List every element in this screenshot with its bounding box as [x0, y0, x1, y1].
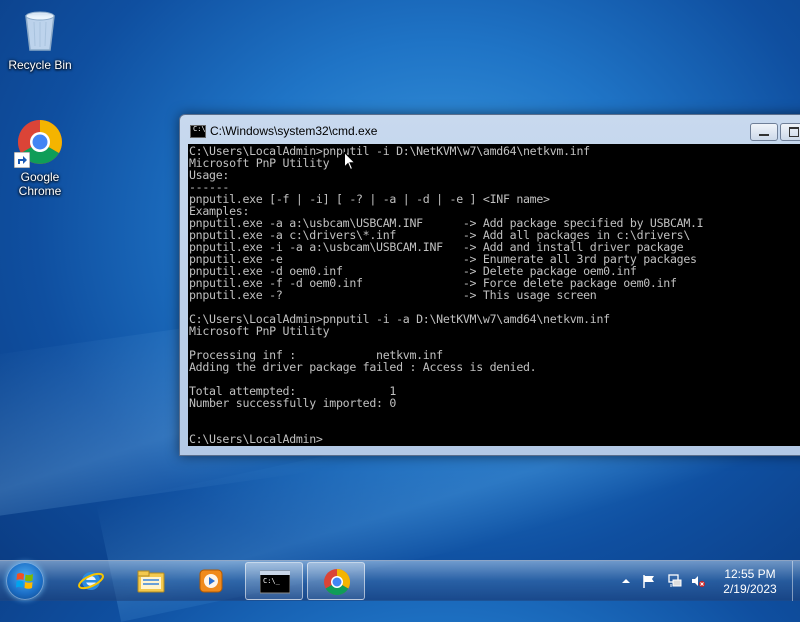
console-area[interactable]: C:\Users\LocalAdmin>pnputil -i D:\NetKVM…	[188, 144, 800, 446]
maximize-button[interactable]	[780, 123, 800, 141]
console-line: pnputil.exe -? -> This usage screen	[189, 288, 597, 302]
taskbar: C:\_ 12:55 PM 2/19/2023	[0, 560, 800, 601]
console-line: C:\Users\LocalAdmin>	[189, 432, 323, 446]
window-title: C:\Windows\system32\cmd.exe	[210, 124, 378, 138]
console-output: C:\Users\LocalAdmin>pnputil -i D:\NetKVM…	[188, 144, 800, 445]
cmd-window[interactable]: C:\ C:\Windows\system32\cmd.exe C:\Users…	[179, 114, 800, 456]
cmd-icon: C:\_	[260, 570, 290, 594]
desktop-icon-label: Recycle Bin	[8, 58, 72, 72]
taskbar-cmd[interactable]: C:\_	[245, 562, 303, 600]
action-center-flag-icon[interactable]	[642, 574, 656, 588]
console-line: Microsoft PnP Utility	[189, 324, 330, 338]
cmd-icon: C:\	[190, 125, 206, 138]
show-desktop-button[interactable]	[792, 561, 800, 601]
console-line: Number successfully imported: 0	[189, 396, 397, 410]
console-line: Adding the driver package failed : Acces…	[189, 360, 537, 374]
internet-explorer-icon	[78, 572, 104, 590]
network-icon[interactable]	[668, 574, 682, 588]
volume-muted-icon[interactable]	[691, 574, 705, 588]
system-tray	[616, 561, 716, 601]
chrome-icon	[324, 568, 351, 596]
mouse-pointer-icon	[344, 152, 356, 171]
clock-date: 2/19/2023	[723, 582, 777, 596]
taskbar-internet-explorer[interactable]	[62, 562, 120, 600]
start-button[interactable]	[6, 562, 44, 600]
taskbar-media-player[interactable]	[182, 562, 240, 600]
media-player-icon	[199, 569, 223, 593]
desktop-icon-google-chrome[interactable]: Google Chrome	[0, 118, 80, 198]
chrome-icon	[14, 118, 64, 168]
desktop-icon-recycle-bin[interactable]: Recycle Bin	[0, 6, 80, 72]
windows-start-icon	[16, 573, 33, 589]
taskbar-windows-explorer[interactable]	[122, 562, 180, 600]
clock-time: 12:55 PM	[724, 567, 776, 581]
clock[interactable]: 12:55 PM 2/19/2023	[712, 567, 788, 597]
window-titlebar[interactable]: C:\ C:\Windows\system32\cmd.exe	[180, 115, 800, 143]
minimize-button[interactable]	[750, 123, 778, 141]
taskbar-chrome[interactable]	[307, 562, 365, 600]
desktop-icon-label: Google Chrome	[18, 170, 62, 198]
show-hidden-icons-icon[interactable]	[619, 574, 633, 588]
svg-text:C:\_: C:\_	[263, 577, 281, 585]
windows-explorer-icon	[137, 570, 165, 593]
recycle-bin-icon	[16, 6, 64, 54]
